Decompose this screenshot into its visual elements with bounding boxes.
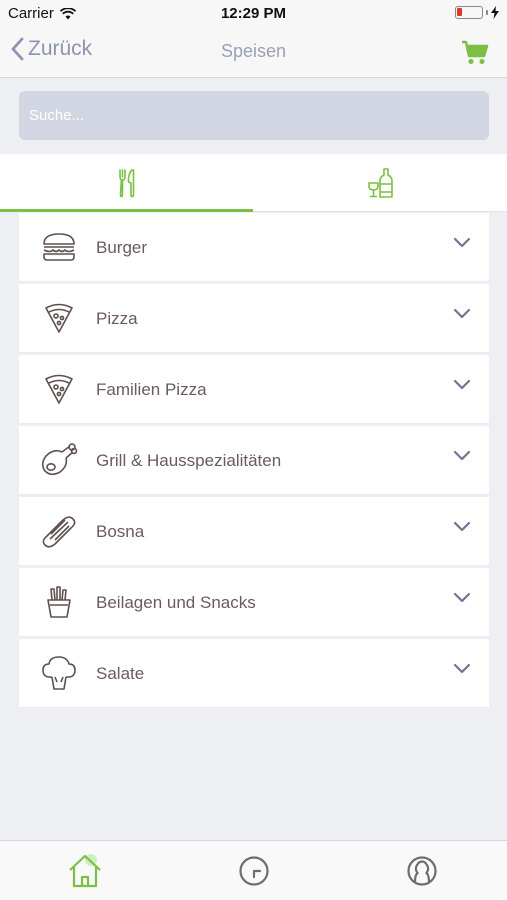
category-row-sides[interactable]: Beilagen und Snacks [19, 568, 489, 637]
category-row-grill[interactable]: Grill & Hausspezialitäten [19, 426, 489, 495]
category-row-family-pizza[interactable]: Familien Pizza [19, 355, 489, 424]
tab-history[interactable] [234, 851, 274, 891]
category-label: Beilagen und Snacks [96, 593, 256, 612]
category-label: Pizza [96, 309, 138, 328]
bottom-tab-bar [0, 840, 507, 900]
tab-food[interactable] [0, 154, 253, 212]
category-row-bosna[interactable]: Bosna [19, 497, 489, 566]
burger-icon [39, 229, 79, 265]
category-list: Burger Pizza Familien Pizza Grill & Haus… [19, 213, 489, 710]
tab-home[interactable] [66, 851, 106, 891]
cart-button[interactable] [461, 40, 489, 71]
category-label: Burger [96, 238, 148, 257]
fork-knife-icon [118, 169, 134, 198]
profile-icon [407, 856, 437, 886]
broccoli-icon [39, 655, 79, 691]
category-label: Salate [96, 664, 145, 683]
tab-drinks[interactable] [254, 154, 507, 212]
chevron-down-icon [453, 521, 471, 532]
navigation-bar: Zurück Speisen [0, 28, 507, 78]
charging-bolt-icon [491, 6, 499, 19]
clock-time: 12:29 PM [220, 5, 287, 22]
wine-bottle-glass-icon [367, 168, 393, 198]
battery-icon [455, 6, 483, 19]
battery-indicator [455, 6, 499, 19]
chevron-down-icon [453, 237, 471, 248]
category-label: Grill & Hausspezialitäten [96, 451, 282, 470]
search-container [19, 91, 489, 140]
tab-profile[interactable] [402, 851, 442, 891]
page-title: Speisen [220, 41, 287, 61]
shopping-cart-icon [462, 40, 489, 64]
chicken-leg-icon [39, 442, 79, 478]
active-tab-indicator [0, 209, 253, 212]
chevron-down-icon [453, 379, 471, 390]
status-bar: Carrier 12:29 PM [0, 0, 507, 28]
chevron-down-icon [453, 592, 471, 603]
pizza-slice-icon [39, 371, 79, 407]
search-input[interactable] [19, 91, 489, 140]
category-row-burger[interactable]: Burger [19, 213, 489, 282]
chevron-down-icon [453, 450, 471, 461]
category-row-salads[interactable]: Salate [19, 639, 489, 708]
category-label: Familien Pizza [96, 380, 207, 399]
category-tabs [0, 154, 507, 212]
clock-icon [239, 856, 269, 886]
fries-icon [39, 584, 79, 620]
hotdog-icon [39, 513, 79, 549]
category-row-pizza[interactable]: Pizza [19, 284, 489, 353]
home-icon [69, 854, 101, 888]
category-label: Bosna [96, 522, 145, 541]
pizza-slice-icon [39, 300, 79, 336]
chevron-down-icon [453, 663, 471, 674]
chevron-down-icon [453, 308, 471, 319]
